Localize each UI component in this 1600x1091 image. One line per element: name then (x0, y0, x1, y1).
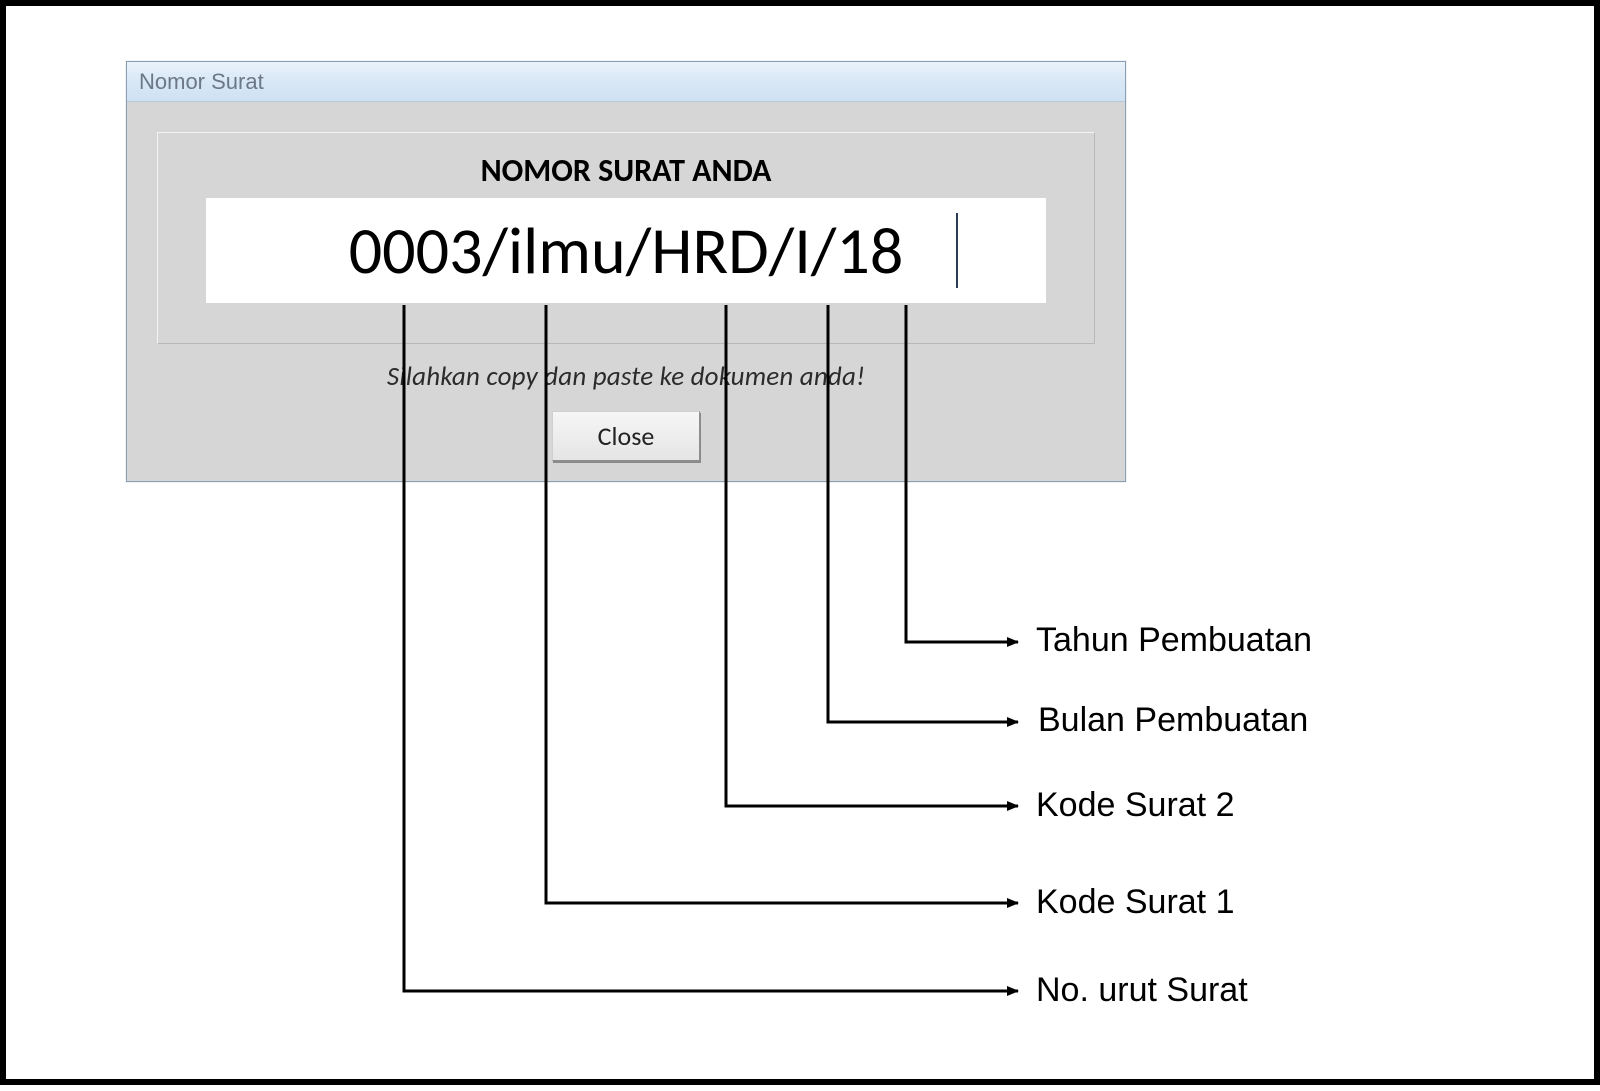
dialog-body: NOMOR SURAT ANDA 0003/ilmu/HRD/I/18 Sila… (127, 102, 1125, 481)
annotation-label-nourut: No. urut Surat (1036, 971, 1248, 1010)
heading: NOMOR SURAT ANDA (178, 151, 1074, 190)
annotation-label-kode2: Kode Surat 2 (1036, 786, 1234, 825)
annotation-label-tahun: Tahun Pembuatan (1036, 621, 1312, 660)
instruction-text: Silahkan copy dan paste ke dokumen anda! (157, 360, 1095, 393)
text-cursor-icon (956, 213, 958, 288)
inner-panel: NOMOR SURAT ANDA 0003/ilmu/HRD/I/18 (157, 132, 1095, 344)
titlebar[interactable]: Nomor Surat (127, 62, 1125, 102)
page-frame: Nomor Surat NOMOR SURAT ANDA 0003/ilmu/H… (0, 0, 1600, 1085)
window-title: Nomor Surat (139, 69, 264, 95)
annotation-label-kode1: Kode Surat 1 (1036, 883, 1234, 922)
annotation-label-bulan: Bulan Pembuatan (1038, 701, 1308, 740)
dialog-nomor-surat: Nomor Surat NOMOR SURAT ANDA 0003/ilmu/H… (126, 61, 1126, 482)
close-button[interactable]: Close (552, 411, 701, 461)
letter-number-text: 0003/ilmu/HRD/I/18 (349, 210, 904, 291)
letter-number-field[interactable]: 0003/ilmu/HRD/I/18 (206, 198, 1046, 303)
